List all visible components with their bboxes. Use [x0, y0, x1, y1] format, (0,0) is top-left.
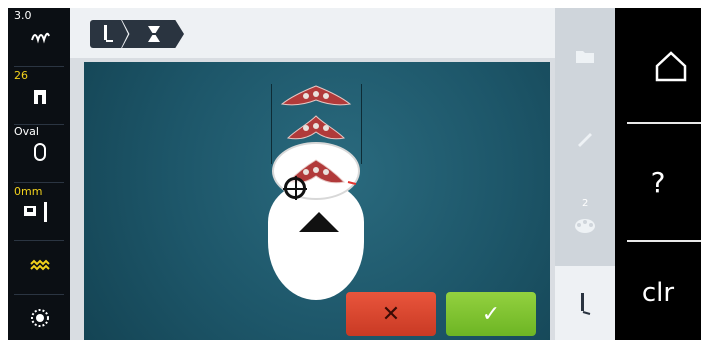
move-up-arrow-icon[interactable] [299, 212, 339, 232]
folder-icon [576, 51, 594, 63]
needle-stitch-icon [581, 293, 591, 315]
color-tool[interactable]: 2 [555, 198, 615, 246]
stitch-pattern-icon [31, 32, 50, 44]
help-button[interactable]: ? [615, 128, 701, 238]
checkmark-icon: ✓ [481, 302, 501, 327]
folder-tool[interactable] [555, 38, 615, 78]
help-icon: ? [650, 166, 666, 199]
edit-tool[interactable] [555, 118, 615, 158]
stitch-length-status[interactable]: 3.0 [8, 8, 70, 64]
stitch-length-value: 3.0 [14, 9, 32, 22]
thread-color-icon [575, 219, 595, 233]
clear-button[interactable]: clr [615, 246, 701, 340]
needle-stitch-icon [104, 25, 113, 42]
breadcrumb-step-embroidery[interactable] [122, 20, 184, 48]
presser-foot-icon [34, 90, 46, 104]
hoop-guide-left [271, 84, 272, 164]
bobbin-icon [31, 309, 49, 327]
breadcrumb-step-stitch[interactable] [90, 20, 128, 48]
main-panel: ✕ ✓ [70, 8, 555, 340]
stitch-plate-icon [30, 259, 50, 271]
cancel-icon: ✕ [381, 302, 401, 327]
status-column: 3.0 26 Oval 0mm [8, 8, 70, 340]
home-icon [655, 51, 687, 82]
hourglass-icon [148, 26, 160, 42]
navigation-column: ? clr [615, 8, 701, 340]
embroidery-screen: 3.0 26 Oval 0mm ✕ ✓ 2 ? clr [0, 0, 701, 346]
hoop-preview[interactable]: ✕ ✓ [84, 62, 550, 340]
bobbin-status[interactable] [8, 296, 70, 340]
home-button[interactable] [615, 8, 701, 120]
hoop-guide-right [361, 84, 362, 164]
pen-icon [578, 133, 592, 147]
presser-foot-value: 26 [14, 69, 28, 82]
tool-column: 2 [555, 8, 615, 340]
stitch-tool[interactable] [555, 266, 615, 340]
color-count-badge: 2 [582, 198, 589, 209]
needle-position-value: 0mm [14, 185, 43, 198]
stitch-plate-status[interactable] [8, 244, 70, 290]
needle-icon [24, 202, 47, 222]
cancel-button[interactable]: ✕ [346, 292, 436, 336]
confirm-button[interactable]: ✓ [446, 292, 536, 336]
breadcrumb [70, 8, 555, 58]
hoop-value: Oval [14, 125, 39, 138]
hoop-status[interactable]: Oval [8, 124, 70, 180]
clear-label: clr [641, 278, 675, 308]
presser-foot-status[interactable]: 26 [8, 68, 70, 124]
oval-hoop-icon [34, 143, 46, 161]
crosshair-icon[interactable] [283, 176, 307, 200]
needle-position-status[interactable]: 0mm [8, 184, 70, 240]
